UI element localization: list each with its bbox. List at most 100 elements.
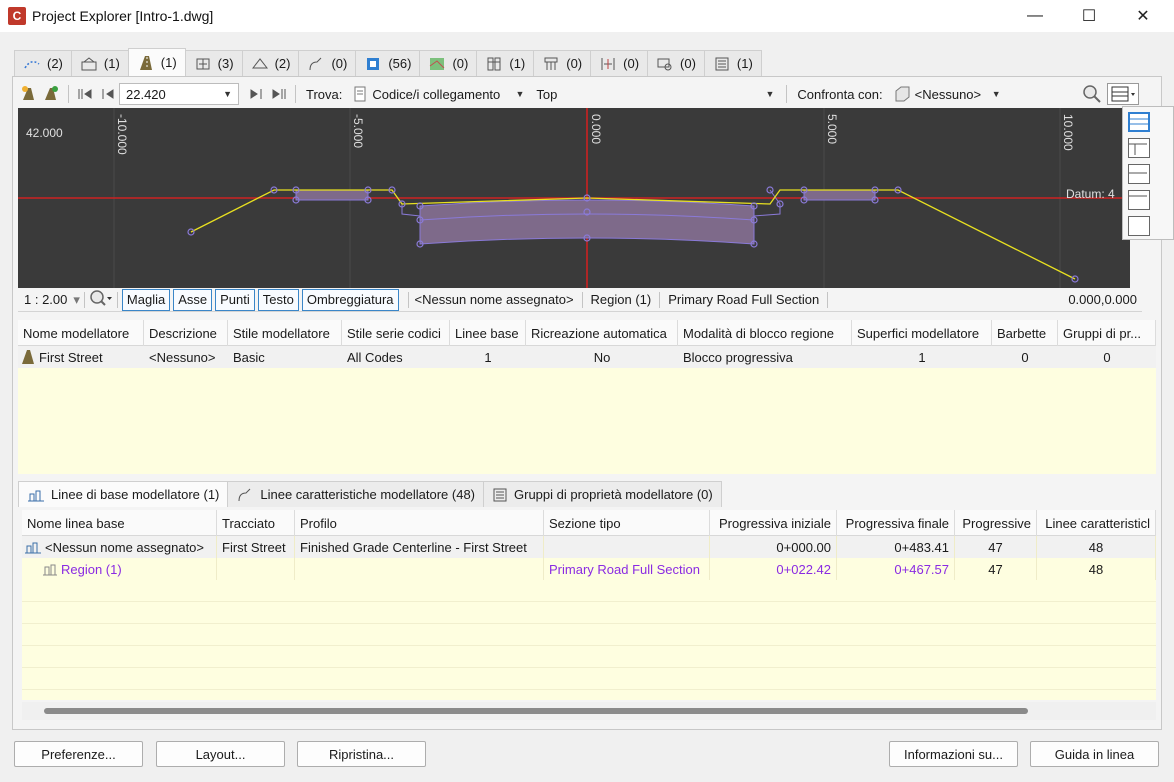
table-cell [544,536,710,558]
zoom-icon[interactable] [1081,83,1103,105]
maximize-button[interactable]: ☐ [1066,0,1112,32]
column-header[interactable]: Stile modellatore [228,320,342,346]
column-header[interactable]: Gruppi di pr... [1058,320,1156,346]
horizontal-scrollbar[interactable] [22,702,1156,720]
column-header[interactable]: Stile serie codici [342,320,450,346]
toggle-mesh-button[interactable]: Maglia [121,288,171,311]
toggle-text-button[interactable]: Testo [257,288,299,311]
region-icon [43,564,57,576]
table-row[interactable]: <Nessun nome assegnato> First Street Fin… [22,536,1156,558]
toggle-shading-button[interactable]: Ombreggiatura [301,288,399,311]
column-header[interactable]: Sezione tipo [544,510,710,536]
column-header[interactable]: Progressiva iniziale [710,510,837,536]
column-header[interactable]: Progressiva finale [837,510,955,536]
tick-label: 5.000 [825,114,839,144]
datum-label: Datum: 4 [1066,187,1115,201]
link-code-icon [354,86,366,102]
column-header[interactable]: Linee base [450,320,526,346]
zoom-menu-icon[interactable] [89,289,113,310]
tab-sample-lines[interactable]: (0) [590,50,649,76]
tab-points[interactable]: (56) [355,50,421,76]
column-header[interactable]: Nome linea base [22,510,217,536]
layout-menu [1122,106,1174,240]
toggle-axis-button[interactable]: Asse [173,288,213,311]
tab-count: (0) [566,56,583,71]
empty-row [22,580,1156,602]
tab-assemblies[interactable]: (3) [184,50,243,76]
tab-parcels[interactable]: (0) [419,50,478,76]
layout-option-two-rows[interactable] [1128,164,1150,184]
code-select[interactable]: Top ▼ [530,83,780,105]
column-header[interactable]: Modalità di blocco regione [678,320,852,346]
tab-label: Linee caratteristiche modellatore (48) [260,487,475,502]
next-station-icon[interactable] [245,83,267,105]
chevron-down-icon[interactable]: ▾ [73,292,80,308]
scrollbar-thumb[interactable] [44,708,1028,714]
column-header[interactable]: Nome modellatore [18,320,144,346]
tab-corridors[interactable]: (1) [127,48,186,76]
table-cell: 0 [1103,349,1111,365]
toggle-points-button[interactable]: Punti [215,288,255,311]
about-button[interactable]: Informazioni su... [889,741,1018,767]
empty-row [22,624,1156,646]
sidewalk-right [803,189,876,201]
column-header[interactable]: Superfici modellatore [852,320,992,346]
tab-surfaces[interactable]: (2) [241,50,300,76]
compare-select[interactable]: <Nessuno> ▼ [887,83,1007,105]
tab-pressure-networks[interactable]: (0) [533,50,592,76]
table-cell: 0+000.00 [710,536,837,558]
previous-station-icon[interactable] [97,83,119,105]
close-button[interactable]: ✕ [1120,0,1166,32]
tab-profiles[interactable]: (1) [70,50,129,76]
layout-button[interactable]: Layout... [156,741,285,767]
tab-count: (1) [509,56,526,71]
restore-button[interactable]: Ripristina... [297,741,426,767]
layout-option-split-left[interactable] [1128,138,1150,158]
minimize-button[interactable]: — [1012,0,1058,32]
tab-alignments[interactable]: (2) [14,50,72,76]
tab-property-sets[interactable]: Gruppi di proprietà modellatore (0) [483,481,722,507]
layout-option-top-bar[interactable] [1128,190,1150,210]
elevation-label: 42.000 [26,126,63,140]
column-header[interactable]: Profilo [295,510,544,536]
last-station-icon[interactable] [267,83,289,105]
tab-count: (1) [103,56,120,71]
corridor-icon [139,55,152,70]
table-cell [217,558,295,580]
column-header[interactable]: Ricreazione automatica [526,320,678,346]
tab-pipe-networks[interactable]: (1) [476,50,535,76]
column-header[interactable]: Barbette [992,320,1058,346]
table-row[interactable]: First Street <Nessuno> Basic All Codes 1… [18,346,1156,368]
empty-row [22,602,1156,624]
refresh-icon[interactable] [40,83,62,105]
column-header[interactable]: Linee caratteristicl [1037,510,1156,536]
tab-baselines[interactable]: Linee di base modellatore (1) [18,481,229,507]
tab-feature-lines[interactable]: Linee caratteristiche modellatore (48) [227,481,484,507]
column-header[interactable]: Descrizione [144,320,228,346]
table-cell: 0+483.41 [837,536,955,558]
layout-menu-button[interactable] [1106,83,1139,105]
table-cell: Blocco progressiva [683,349,793,365]
layout-option-horizontal[interactable] [1128,112,1150,132]
title-bar: C Project Explorer [Intro-1.dwg] — ☐ ✕ [0,0,1174,32]
column-header[interactable]: Progressive [955,510,1037,536]
first-station-icon[interactable] [75,83,97,105]
table-row[interactable]: Region (1) Primary Road Full Section 0+0… [22,558,1156,580]
preferences-button[interactable]: Preferenze... [14,741,143,767]
find-select[interactable]: Codice/i collegamento ▼ [346,83,530,105]
compare-label: Confronta con: [797,86,883,102]
region-name: Region (1) [590,292,652,307]
layout-option-single[interactable] [1128,216,1150,236]
column-header[interactable]: Tracciato [217,510,295,536]
table-cell: 1 [918,349,926,365]
sample-line-icon [601,57,615,70]
station-select[interactable]: 22.420 ▼ [119,83,239,105]
toolbar-separator [68,85,69,103]
tab-feature-lines[interactable]: (0) [298,50,357,76]
tab-data-shortcuts[interactable]: (1) [703,50,762,76]
section-viewer[interactable]: 42.000 Datum: 4 -10.000 -5.000 0.000 5.0… [18,108,1130,288]
online-help-button[interactable]: Guida in linea [1030,741,1159,767]
rebuild-icon[interactable] [18,83,40,105]
tab-view-frames[interactable]: (0) [647,50,705,76]
tab-count: (56) [388,56,412,71]
